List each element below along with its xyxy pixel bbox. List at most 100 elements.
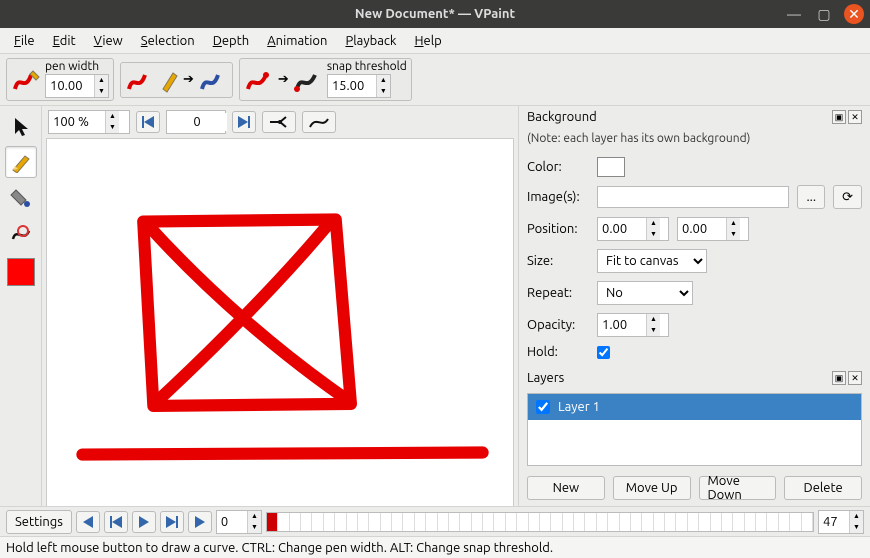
menu-help[interactable]: Help bbox=[406, 31, 449, 51]
sketch-red-icon bbox=[125, 65, 155, 95]
planarize-group[interactable]: ➔ bbox=[120, 62, 233, 98]
timeline-prev-button[interactable] bbox=[76, 511, 100, 533]
sketch-blue-icon bbox=[198, 65, 228, 95]
timeline-bar: Settings ▲▼ ▲▼ bbox=[0, 506, 870, 536]
snap-threshold-spinner[interactable]: ▲▼ bbox=[327, 74, 391, 98]
images-label: Image(s): bbox=[527, 190, 589, 204]
images-refresh-button[interactable]: ⟳ bbox=[833, 185, 862, 209]
timeline-next-button[interactable] bbox=[188, 511, 212, 533]
layer-buttons: New Move Up Move Down Delete bbox=[527, 476, 862, 500]
position-y-spinner[interactable]: ▲▼ bbox=[677, 217, 749, 241]
repeat-label: Repeat: bbox=[527, 286, 589, 300]
layers-close-button[interactable]: ✕ bbox=[848, 371, 862, 385]
layer-delete-button[interactable]: Delete bbox=[784, 476, 862, 500]
snap-down[interactable]: ▼ bbox=[376, 86, 390, 97]
timeline-current-spinner[interactable]: ▲▼ bbox=[216, 510, 262, 534]
position-x-spinner[interactable]: ▲▼ bbox=[597, 217, 669, 241]
canvas-toolbar: ▲▼ bbox=[42, 106, 518, 138]
paint-tool[interactable] bbox=[5, 182, 37, 214]
images-input[interactable] bbox=[597, 186, 789, 208]
curve-mode-button[interactable] bbox=[302, 111, 336, 133]
maximize-button[interactable]: ▢ bbox=[814, 4, 834, 24]
timeline-end-spinner[interactable]: ▲▼ bbox=[818, 510, 864, 534]
current-frame-input[interactable] bbox=[167, 113, 227, 131]
status-text: Hold left mouse button to draw a curve. … bbox=[6, 541, 553, 555]
pen-width-up[interactable]: ▲ bbox=[94, 75, 108, 86]
menu-selection[interactable]: Selection bbox=[133, 31, 203, 51]
background-panel-title: Background bbox=[527, 110, 597, 124]
arrow-icon: ➔ bbox=[278, 72, 289, 87]
timeline-play-button[interactable] bbox=[132, 511, 156, 533]
timeline-first-button[interactable] bbox=[104, 511, 128, 533]
first-frame-button[interactable] bbox=[136, 111, 160, 133]
snap-up[interactable]: ▲ bbox=[376, 75, 390, 86]
zoom-spinner[interactable]: ▲▼ bbox=[48, 110, 130, 134]
background-close-button[interactable]: ✕ bbox=[848, 110, 862, 124]
zoom-down[interactable]: ▼ bbox=[105, 122, 119, 133]
drawing-content bbox=[47, 139, 513, 506]
snap-threshold-input[interactable] bbox=[328, 77, 376, 95]
background-note: (Note: each layer has its own background… bbox=[527, 132, 862, 145]
curve1-icon bbox=[244, 65, 274, 95]
menu-animation[interactable]: Animation bbox=[259, 31, 335, 51]
pen-width-input[interactable] bbox=[46, 77, 94, 95]
pen-width-group: pen width ▲▼ bbox=[6, 58, 114, 101]
position-y-input[interactable] bbox=[678, 220, 726, 238]
menu-playback[interactable]: Playback bbox=[337, 31, 404, 51]
window-controls: — ▢ ✕ bbox=[784, 4, 864, 24]
topology-mode-button[interactable] bbox=[262, 111, 296, 133]
layers-empty-area[interactable] bbox=[528, 420, 861, 465]
sketch-tool[interactable] bbox=[5, 146, 37, 178]
opacity-spinner[interactable]: ▲▼ bbox=[597, 313, 669, 337]
layers-undock-button[interactable]: ▣ bbox=[832, 371, 846, 385]
opacity-label: Opacity: bbox=[527, 318, 589, 332]
close-button[interactable]: ✕ bbox=[844, 4, 864, 24]
layers-list[interactable]: Layer 1 bbox=[527, 393, 862, 466]
current-color-swatch[interactable] bbox=[7, 258, 35, 286]
layer-visible-checkbox[interactable] bbox=[536, 400, 550, 414]
canvas[interactable] bbox=[46, 138, 514, 506]
menu-file[interactable]: File bbox=[6, 31, 43, 51]
zoom-input[interactable] bbox=[49, 113, 105, 131]
layer-movedown-button[interactable]: Move Down bbox=[699, 476, 777, 500]
images-browse-button[interactable]: ... bbox=[797, 185, 825, 209]
select-tool[interactable] bbox=[5, 110, 37, 142]
top-toolbar: pen width ▲▼ ➔ ➔ snap threshold ▲▼ bbox=[0, 54, 870, 106]
timeline-current-input[interactable] bbox=[217, 513, 247, 531]
background-color-swatch[interactable] bbox=[597, 157, 625, 177]
timeline-last-button[interactable] bbox=[160, 511, 184, 533]
last-frame-button[interactable] bbox=[232, 111, 256, 133]
color-label: Color: bbox=[527, 160, 589, 174]
sculpt-tool[interactable] bbox=[5, 218, 37, 250]
minimize-button[interactable]: — bbox=[784, 4, 804, 24]
position-label: Position: bbox=[527, 222, 589, 236]
center-column: ▲▼ bbox=[42, 106, 518, 506]
menu-edit[interactable]: Edit bbox=[45, 31, 84, 51]
zoom-up[interactable]: ▲ bbox=[105, 111, 119, 122]
background-undock-button[interactable]: ▣ bbox=[832, 110, 846, 124]
pen-width-down[interactable]: ▼ bbox=[94, 86, 108, 97]
layer-row[interactable]: Layer 1 bbox=[528, 394, 861, 420]
menu-view[interactable]: View bbox=[86, 31, 131, 51]
hold-label: Hold: bbox=[527, 345, 589, 359]
position-x-input[interactable] bbox=[598, 220, 646, 238]
size-select[interactable]: Fit to canvas bbox=[597, 249, 707, 273]
timeline-cursor[interactable] bbox=[267, 513, 277, 531]
opacity-input[interactable] bbox=[598, 316, 646, 334]
pencil-icon bbox=[159, 65, 179, 95]
window-title: New Document* — VPaint bbox=[355, 7, 515, 21]
arrow-icon: ➔ bbox=[183, 72, 194, 87]
main-area: ▲▼ Background ▣✕ ( bbox=[0, 106, 870, 506]
layer-name: Layer 1 bbox=[558, 400, 600, 414]
hold-checkbox[interactable] bbox=[597, 346, 610, 359]
timeline-frames[interactable] bbox=[266, 512, 814, 532]
repeat-select[interactable]: No bbox=[597, 281, 693, 305]
pen-width-spinner[interactable]: ▲▼ bbox=[45, 74, 109, 98]
tool-column bbox=[0, 106, 42, 506]
timeline-end-input[interactable] bbox=[819, 513, 849, 531]
current-frame-spinner[interactable] bbox=[166, 110, 226, 134]
layer-moveup-button[interactable]: Move Up bbox=[613, 476, 691, 500]
menu-depth[interactable]: Depth bbox=[205, 31, 258, 51]
layer-new-button[interactable]: New bbox=[527, 476, 605, 500]
timeline-settings-button[interactable]: Settings bbox=[6, 510, 72, 534]
